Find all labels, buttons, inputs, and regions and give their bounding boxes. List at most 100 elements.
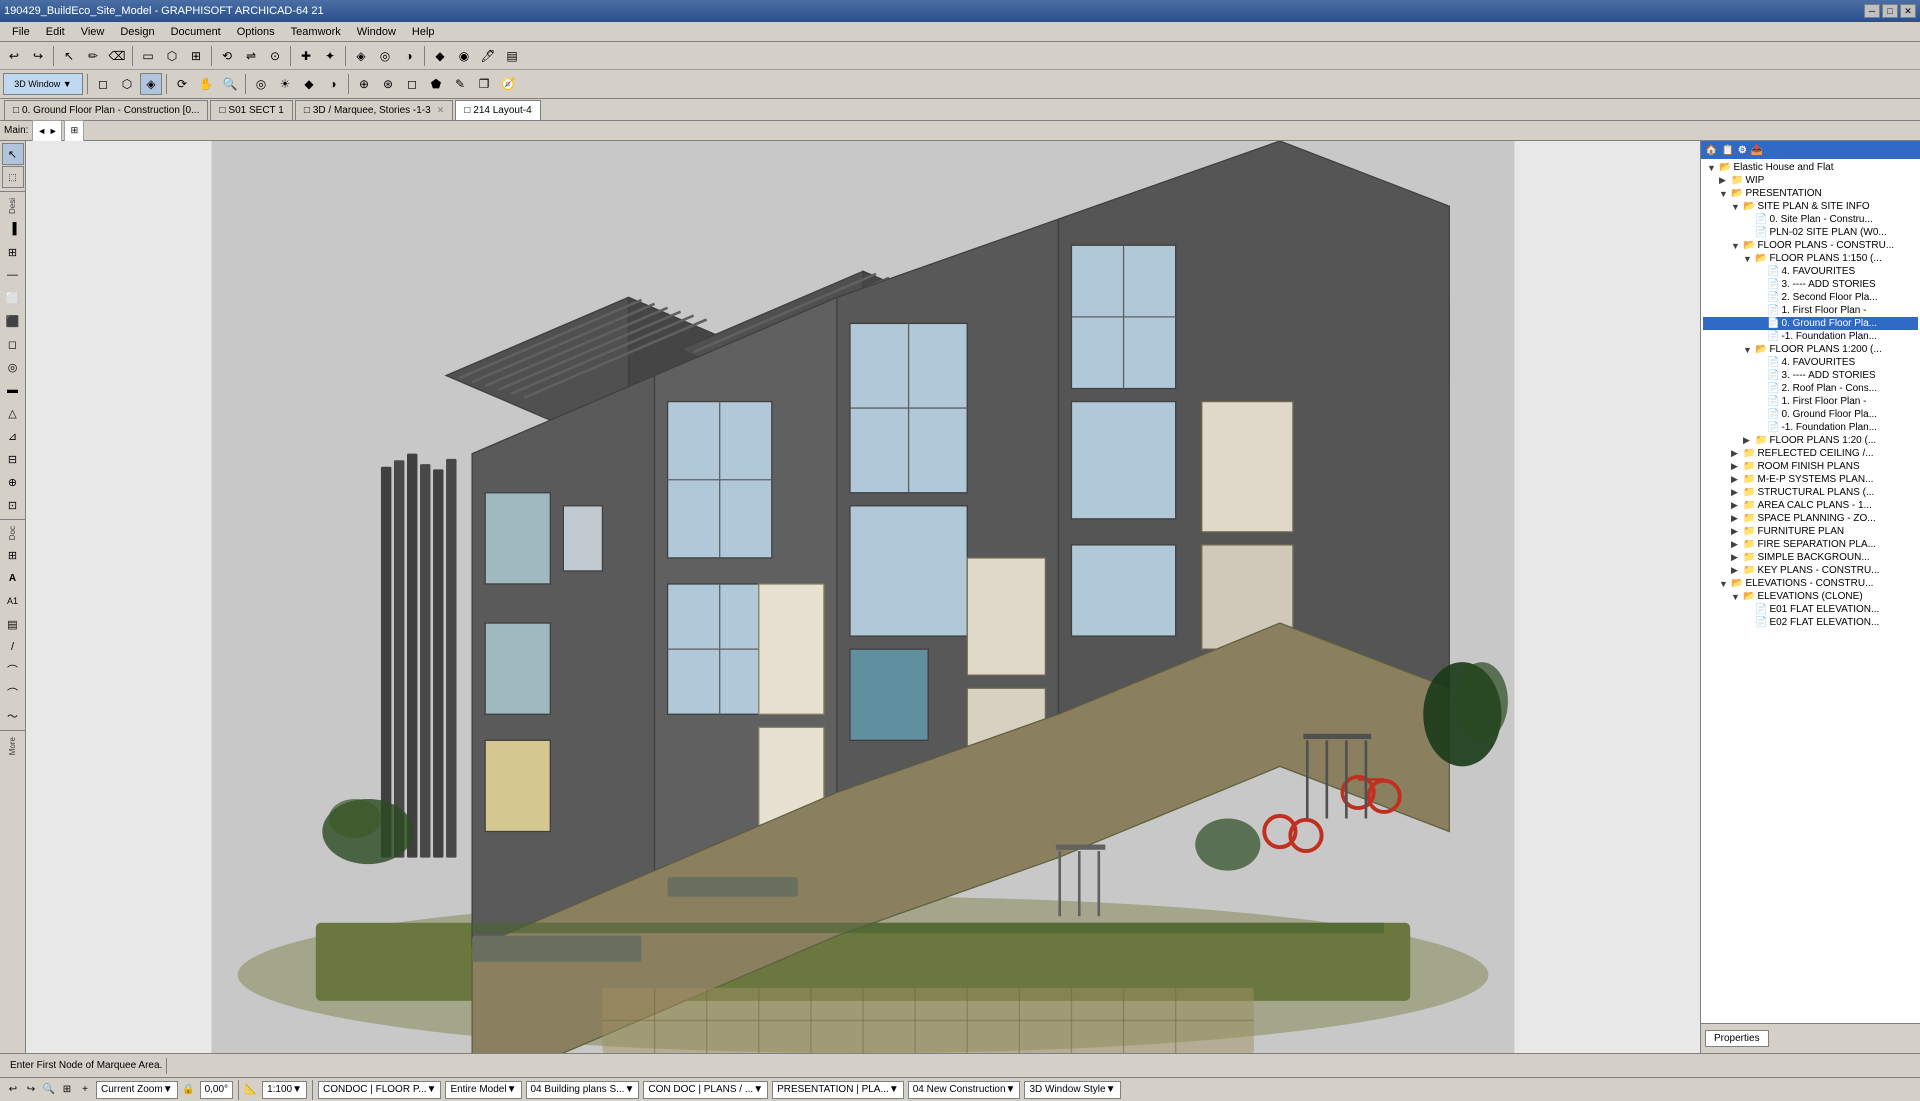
tree-toggle-26[interactable]: ▶ [1731, 500, 1743, 511]
tree-item-26[interactable]: ▶📁AREA CALC PLANS - 1... [1703, 499, 1918, 512]
view-floor[interactable]: ◻ [92, 73, 114, 95]
zoom-icon[interactable]: 🔍 [40, 1081, 58, 1099]
tree-item-29[interactable]: ▶📁FIRE SEPARATION PLA... [1703, 538, 1918, 551]
scale-icon[interactable]: 📐 [242, 1081, 260, 1099]
windowstyle-section[interactable]: 3D Window Style ▼ [1024, 1081, 1120, 1099]
toolbar-section[interactable]: ◈ [350, 45, 372, 67]
tree-item-8[interactable]: 📄4. FAVOURITES [1703, 265, 1918, 278]
layer-btn[interactable]: ◆ [298, 73, 320, 95]
tree-toggle-23[interactable]: ▶ [1731, 461, 1743, 472]
door-tool[interactable]: ⬛ [2, 310, 24, 332]
maximize-button[interactable]: □ [1882, 4, 1898, 18]
newconstruction-section[interactable]: 04 New Construction ▼ [908, 1081, 1021, 1099]
tree-item-9[interactable]: 📄3. ---- ADD STORIES [1703, 278, 1918, 291]
tree-item-0[interactable]: ▼📂Elastic House and Flat [1703, 161, 1918, 174]
tree-toggle-22[interactable]: ▶ [1731, 448, 1743, 459]
panel-icon-home[interactable]: 🏠 [1705, 145, 1717, 156]
sun-btn[interactable]: ☀ [274, 73, 296, 95]
tab-1[interactable]: □S01 SECT 1 [210, 100, 292, 120]
tree-toggle-6[interactable]: ▼ [1731, 241, 1743, 251]
toolbar-pencil[interactable]: ✏ [82, 45, 104, 67]
menu-item-window[interactable]: Window [349, 24, 404, 40]
tree-item-19[interactable]: 📄0. Ground Floor Pla... [1703, 408, 1918, 421]
section-cut-btn[interactable]: ◑ [322, 73, 344, 95]
tree-toggle-1[interactable]: ▶ [1719, 175, 1731, 186]
toolbar-mirror[interactable]: ⇌ [240, 45, 262, 67]
toolbar-guide[interactable]: ✦ [319, 45, 341, 67]
roof-tool[interactable]: △ [2, 402, 24, 424]
tree-item-5[interactable]: 📄PLN-02 SITE PLAN (W0... [1703, 226, 1918, 239]
zoom-in[interactable]: + [76, 1081, 94, 1099]
toolbar-grid[interactable]: ⊞ [185, 45, 207, 67]
trace-btn[interactable]: ⬟ [425, 73, 447, 95]
tree-toggle-28[interactable]: ▶ [1731, 526, 1743, 537]
nav-btn[interactable]: 🧭 [497, 73, 519, 95]
tree-toggle-14[interactable]: ▼ [1743, 345, 1755, 355]
toolbar-rectangle[interactable]: ▭ [137, 45, 159, 67]
arc-tool[interactable]: ⌒ [2, 659, 24, 681]
undo-btn[interactable]: ↩ [4, 1081, 22, 1099]
menu-item-document[interactable]: Document [163, 24, 229, 40]
beam-tool[interactable]: — [2, 264, 24, 286]
redo-btn[interactable]: ↪ [22, 1081, 40, 1099]
tree-item-1[interactable]: ▶📁WIP [1703, 174, 1918, 187]
tree-toggle-21[interactable]: ▶ [1743, 435, 1755, 446]
main-split[interactable]: ⊞ [64, 120, 84, 142]
tree-toggle-0[interactable]: ▼ [1707, 163, 1719, 173]
view-orbit[interactable]: ⟳ [171, 73, 193, 95]
tree-item-20[interactable]: 📄-1. Foundation Plan... [1703, 421, 1918, 434]
properties-tab[interactable]: Properties [1705, 1030, 1769, 1047]
polyline-tool[interactable]: ⌒ [2, 682, 24, 704]
tree-item-4[interactable]: 📄0. Site Plan - Constru... [1703, 213, 1918, 226]
toolbar-redo[interactable]: ↪ [27, 45, 49, 67]
tree-item-31[interactable]: ▶📁KEY PLANS - CONSTRU... [1703, 564, 1918, 577]
object-tool[interactable]: ◻ [2, 333, 24, 355]
zoom-label-section[interactable]: Current Zoom ▼ [96, 1081, 178, 1099]
markup-btn[interactable]: ✎ [449, 73, 471, 95]
toolbar-elevation[interactable]: ◎ [374, 45, 396, 67]
view-3d[interactable]: ◈ [140, 73, 162, 95]
tab-3[interactable]: □214 Layout-4 [455, 100, 540, 120]
scale-section[interactable]: 1:100 ▼ [262, 1081, 307, 1099]
select-tool[interactable]: ↖ [2, 143, 24, 165]
menu-item-help[interactable]: Help [404, 24, 443, 40]
line-tool[interactable]: / [2, 636, 24, 658]
ghost-btn[interactable]: ◻ [401, 73, 423, 95]
tree-item-23[interactable]: ▶📁ROOM FINISH PLANS [1703, 460, 1918, 473]
toolbar-arrow[interactable]: ↖ [58, 45, 80, 67]
menu-item-view[interactable]: View [73, 24, 113, 40]
explode-btn[interactable]: ⊕ [353, 73, 375, 95]
tree-item-17[interactable]: 📄2. Roof Plan - Cons... [1703, 382, 1918, 395]
panel-icon-nav[interactable]: 📋 [1721, 145, 1733, 156]
navigator-tree[interactable]: ▼📂Elastic House and Flat▶📁WIP▼📂PRESENTAT… [1701, 159, 1920, 1023]
dimension-tool[interactable]: ⊞ [2, 544, 24, 566]
panel-icon-publish[interactable]: 📤 [1751, 145, 1763, 156]
toolbar-pen[interactable]: 🖊 [477, 45, 499, 67]
tree-toggle-3[interactable]: ▼ [1731, 202, 1743, 212]
toolbar-polygon[interactable]: ⬡ [161, 45, 183, 67]
tree-item-34[interactable]: 📄E01 FLAT ELEVATION... [1703, 603, 1918, 616]
tree-item-24[interactable]: ▶📁M-E-P SYSTEMS PLAN... [1703, 473, 1918, 486]
tree-item-27[interactable]: ▶📁SPACE PLANNING - ZO... [1703, 512, 1918, 525]
mesh-tool[interactable]: ⊕ [2, 471, 24, 493]
tab-0[interactable]: □0. Ground Floor Plan - Construction [0.… [4, 100, 208, 120]
tree-toggle-29[interactable]: ▶ [1731, 539, 1743, 550]
toolbar-layer[interactable]: ◆ [429, 45, 451, 67]
tree-item-16[interactable]: 📄3. ---- ADD STORIES [1703, 369, 1918, 382]
tree-item-15[interactable]: 📄4. FAVOURITES [1703, 356, 1918, 369]
fill-tool[interactable]: ▤ [2, 613, 24, 635]
tree-item-11[interactable]: 📄1. First Floor Plan - [1703, 304, 1918, 317]
toolbar-undo[interactable]: ↩ [3, 45, 25, 67]
tab-2[interactable]: □3D / Marquee, Stories -1-3✕ [295, 100, 453, 120]
wall-tool[interactable]: ▐ [2, 218, 24, 240]
tab-close-2[interactable]: ✕ [437, 105, 445, 116]
window-tool[interactable]: ⬜ [2, 287, 24, 309]
stair-tool[interactable]: ⊿ [2, 425, 24, 447]
tree-item-12[interactable]: 📄0. Ground Floor Pla... [1703, 317, 1918, 330]
render-btn[interactable]: ◎ [250, 73, 272, 95]
panel-icon-settings[interactable]: ⚙ [1738, 145, 1747, 156]
condoc2-section[interactable]: CON DOC | PLANS / ... ▼ [643, 1081, 768, 1099]
railing-tool[interactable]: ⊟ [2, 448, 24, 470]
column-tool[interactable]: ⊞ [2, 241, 24, 263]
viewport[interactable] [26, 141, 1700, 1053]
